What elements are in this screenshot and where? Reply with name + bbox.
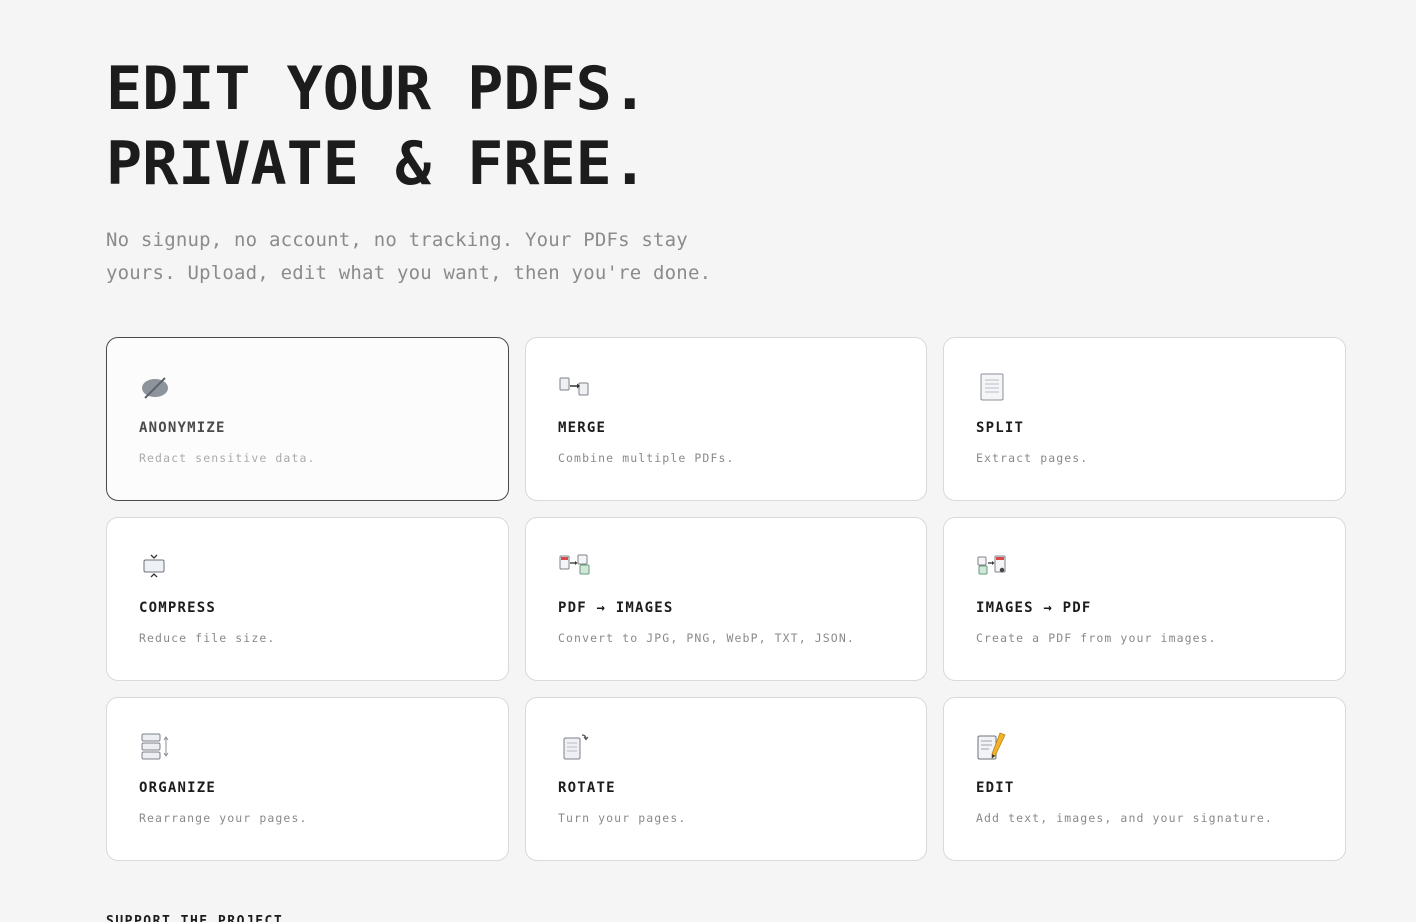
tool-card-edit[interactable]: EDIT Add text, images, and your signatur… <box>943 697 1346 861</box>
pdf-to-images-icon <box>558 552 590 582</box>
tool-description: Convert to JPG, PNG, WebP, TXT, JSON. <box>558 631 855 645</box>
tools-grid: ANONYMIZE Redact sensitive data. MERGE C… <box>106 337 1346 861</box>
tool-label: IMAGES → PDF <box>976 600 1092 616</box>
split-icon <box>976 372 1008 402</box>
tool-description: Redact sensitive data. <box>139 451 316 465</box>
support-heading: SUPPORT THE PROJECT <box>106 914 284 922</box>
tool-label: EDIT <box>976 780 1015 796</box>
compress-icon <box>139 552 171 582</box>
merge-icon <box>558 372 590 402</box>
tool-card-rotate[interactable]: ROTATE Turn your pages. <box>525 697 927 861</box>
tool-card-organize[interactable]: ORGANIZE Rearrange your pages. <box>106 697 509 861</box>
tool-card-pdf-to-images[interactable]: PDF → IMAGES Convert to JPG, PNG, WebP, … <box>525 517 927 681</box>
tool-card-merge[interactable]: MERGE Combine multiple PDFs. <box>525 337 927 501</box>
tool-label: SPLIT <box>976 420 1025 436</box>
hero: EDIT YOUR PDFS. PRIVATE & FREE. <box>106 52 906 202</box>
tool-card-compress[interactable]: COMPRESS Reduce file size. <box>106 517 509 681</box>
tool-label: ANONYMIZE <box>139 420 226 436</box>
tool-card-split[interactable]: SPLIT Extract pages. <box>943 337 1346 501</box>
tool-label: COMPRESS <box>139 600 217 616</box>
tool-label: ROTATE <box>558 780 616 796</box>
edit-icon <box>976 732 1008 762</box>
tool-description: Combine multiple PDFs. <box>558 451 735 465</box>
rotate-icon <box>558 732 590 762</box>
organize-icon <box>139 732 171 762</box>
tool-description: Add text, images, and your signature. <box>976 811 1273 825</box>
tool-card-anonymize[interactable]: ANONYMIZE Redact sensitive data. <box>106 337 509 501</box>
tool-label: PDF → IMAGES <box>558 600 674 616</box>
anonymize-icon <box>139 372 171 402</box>
page-title-line-2: PRIVATE & FREE. <box>106 129 648 199</box>
page-title-line-1: EDIT YOUR PDFS. <box>106 54 648 124</box>
tool-description: Extract pages. <box>976 451 1089 465</box>
tool-description: Create a PDF from your images. <box>976 631 1217 645</box>
tool-description: Rearrange your pages. <box>139 811 308 825</box>
page-subtitle: No signup, no account, no tracking. Your… <box>106 229 712 284</box>
tool-description: Turn your pages. <box>558 811 687 825</box>
images-to-pdf-icon <box>976 552 1008 582</box>
tool-label: ORGANIZE <box>139 780 217 796</box>
page-title: EDIT YOUR PDFS. PRIVATE & FREE. <box>106 52 906 202</box>
tool-description: Reduce file size. <box>139 631 276 645</box>
tool-label: MERGE <box>558 420 607 436</box>
tool-card-images-to-pdf[interactable]: IMAGES → PDF Create a PDF from your imag… <box>943 517 1346 681</box>
